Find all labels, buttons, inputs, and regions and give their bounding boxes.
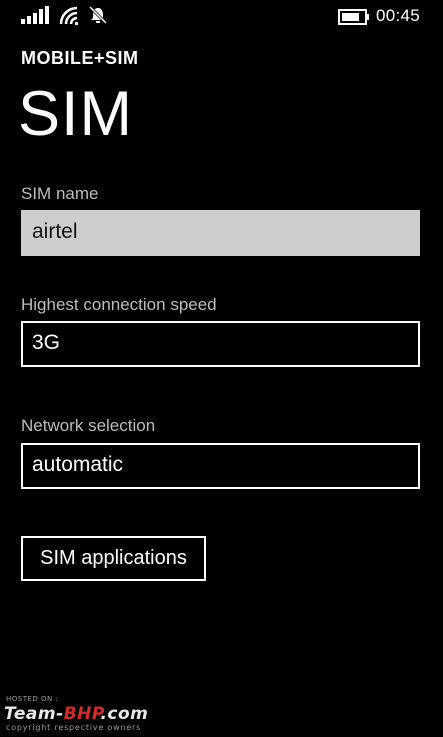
connection-speed-select[interactable]: 3G [21, 321, 420, 367]
clock: 00:45 [376, 6, 421, 25]
sim-applications-button[interactable]: SIM applications [21, 536, 206, 581]
sim-name-input[interactable]: airtel [21, 210, 420, 256]
signal-icon [21, 6, 49, 24]
connection-speed-label: Highest connection speed [21, 295, 217, 314]
quiet-hours-icon [88, 5, 108, 25]
battery-icon [338, 9, 369, 25]
watermark-copyright: copyright respective owners [6, 723, 142, 732]
sim-name-label: SIM name [21, 184, 99, 203]
network-selection-label: Network selection [21, 416, 156, 435]
page-title: SIM [18, 79, 134, 149]
status-bar: 00:45 [0, 0, 443, 34]
watermark-logo-prefix: Team- [4, 704, 64, 724]
wifi-icon [59, 6, 78, 25]
watermark-logo: Team-BHP.com [4, 704, 148, 724]
watermark-hosted-text: HOSTED ON : [6, 695, 59, 703]
watermark: HOSTED ON : Team-BHP.com copyright respe… [4, 695, 204, 735]
network-selection-select[interactable]: automatic [21, 443, 420, 489]
app-title: MOBILE+SIM [21, 48, 139, 68]
watermark-logo-highlight: BHP [63, 704, 101, 724]
watermark-logo-suffix: .com [100, 704, 149, 724]
